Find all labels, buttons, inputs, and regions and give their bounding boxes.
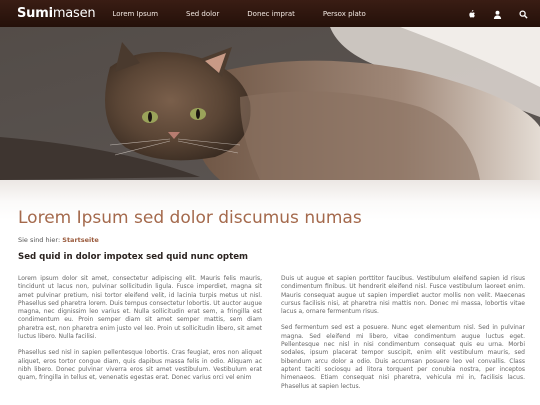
main-nav: Lorem Ipsum Sed dolor Donec imprat Perso… (112, 10, 393, 18)
apple-icon[interactable] (467, 4, 476, 23)
paragraph: Duis ut augue et sapien porttitor faucib… (281, 275, 525, 316)
paragraph: Sed fermentum sed est a posuere. Nunc eg… (281, 324, 525, 390)
header-tools (467, 0, 528, 27)
text-column-right: Duis ut augue et sapien porttitor faucib… (281, 275, 525, 399)
breadcrumb: Sie sind hier: Startseite (18, 236, 99, 244)
paragraph: Phasellus sed nisl in sapien pellentesqu… (18, 349, 262, 382)
text-column-left: Lorem ipsum dolor sit amet, consectetur … (18, 275, 262, 391)
logo-bold-text: Sumi (17, 6, 53, 21)
breadcrumb-label: Sie sind hier: (18, 236, 61, 244)
page-title: Lorem Ipsum sed dolor discumus numas (18, 208, 362, 228)
breadcrumb-link-home[interactable]: Startseite (62, 236, 99, 244)
logo-light-text: masen (52, 6, 96, 21)
main-content: Lorem Ipsum sed dolor discumus numas Sie… (0, 180, 540, 405)
nav-item-lorem-ipsum[interactable]: Lorem Ipsum (112, 10, 158, 18)
site-logo[interactable]: Sumimasen (17, 6, 96, 21)
user-icon[interactable] (493, 4, 502, 23)
paragraph: Lorem ipsum dolor sit amet, consectetur … (18, 275, 262, 341)
hero-image-cat (0, 27, 540, 180)
nav-item-sed-dolor[interactable]: Sed dolor (186, 10, 219, 18)
section-subheading: Sed quid in dolor impotex sed quid nunc … (18, 252, 248, 262)
cat-photo-illustration (0, 27, 540, 180)
nav-item-persox-plato[interactable]: Persox plato (323, 10, 366, 18)
search-icon[interactable] (519, 4, 528, 23)
top-navigation-bar: Sumimasen Lorem Ipsum Sed dolor Donec im… (0, 0, 540, 27)
nav-item-donec-imprat[interactable]: Donec imprat (247, 10, 295, 18)
